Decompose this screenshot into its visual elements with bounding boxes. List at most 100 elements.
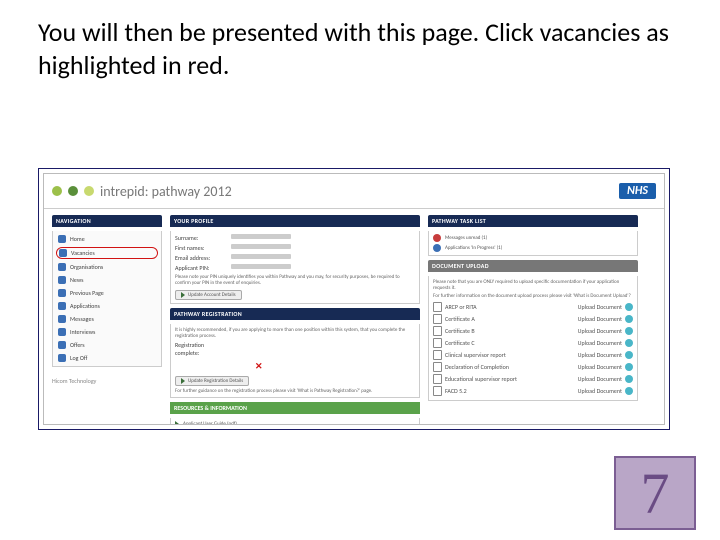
update-account-button[interactable]: Update Account Details (175, 290, 242, 300)
task-item[interactable]: Messages unread (1) (433, 234, 633, 242)
document-icon (433, 338, 442, 348)
doc-name: Certificate C (445, 339, 575, 347)
arrow-icon (181, 378, 185, 384)
profile-field-value (231, 254, 291, 259)
task-icon (433, 244, 441, 252)
download-icon[interactable] (625, 363, 633, 371)
nav-item-news[interactable]: News (56, 275, 158, 285)
doc-row: Certificate AUpload Document (433, 313, 633, 325)
nav-item-interviews[interactable]: Interviews (56, 327, 158, 337)
task-label: Messages unread (1) (445, 235, 633, 241)
upload-link[interactable]: Upload Document (578, 351, 622, 359)
doc-name: Educational supervisor report (445, 375, 575, 383)
doc-row: Clinical supervisor reportUpload Documen… (433, 349, 633, 361)
upload-link[interactable]: Upload Document (578, 387, 622, 395)
nav-item-applications[interactable]: Applications (56, 301, 158, 311)
download-icon[interactable] (625, 303, 633, 311)
nav-list: Home Vacancies Organisations News Previous P… (52, 231, 162, 367)
profile-note: Please note your PIN uniquely identifies… (175, 274, 415, 286)
nav-label: Home (70, 235, 85, 243)
brand-title: intrepid: pathway 2012 (100, 183, 232, 200)
download-icon[interactable] (625, 375, 633, 383)
download-icon[interactable] (625, 315, 633, 323)
upload-link[interactable]: Upload Document (578, 327, 622, 335)
profile-field-value (231, 244, 291, 249)
resources-header: RESOURCES & INFORMATION (170, 402, 420, 414)
document-icon (433, 302, 442, 312)
doc-row: Educational supervisor reportUpload Docu… (433, 373, 633, 385)
logo-dot-icon (68, 186, 78, 196)
task-label: Applications 'In Progress' (1) (445, 245, 633, 251)
doc-row: FACD 5.2Upload Document (433, 385, 633, 397)
nhs-logo: NHS (619, 183, 656, 199)
download-icon[interactable] (625, 387, 633, 395)
profile-field-label: Surname: (175, 234, 227, 242)
arrow-icon (181, 292, 185, 298)
upload-link[interactable]: Upload Document (578, 315, 622, 323)
doc-list: ARCP or RITAUpload DocumentCertificate A… (433, 301, 633, 397)
nav-icon (58, 235, 66, 243)
logo-dot-icon (52, 186, 62, 196)
nav-label: Organisations (70, 263, 103, 271)
doc-name: Declaration of Completion (445, 363, 575, 371)
registration-panel: It is highly recommended, if you are app… (170, 324, 420, 398)
resources-panel: Applicant User Guide (pdf) Important inf… (170, 418, 420, 425)
nav-label: Log Off (70, 354, 87, 362)
nav-icon (58, 263, 66, 271)
registration-header: PATHWAY REGISTRATION (170, 308, 420, 320)
profile-field-label: First names: (175, 244, 227, 252)
doc-row: Declaration of CompletionUpload Document (433, 361, 633, 373)
resource-link[interactable]: Applicant User Guide (pdf) (183, 421, 415, 425)
doc-row: Certificate BUpload Document (433, 325, 633, 337)
download-icon[interactable] (625, 351, 633, 359)
document-icon (433, 374, 442, 384)
cross-icon: ✕ (255, 361, 415, 372)
nav-item-offers[interactable]: Offers (56, 340, 158, 350)
nav-item-log-off[interactable]: Log Off (56, 353, 158, 363)
registration-note: It is highly recommended, if you are app… (175, 327, 415, 339)
upload-link[interactable]: Upload Document (578, 303, 622, 311)
doc-row: Certificate CUpload Document (433, 337, 633, 349)
nav-item-previous-page[interactable]: Previous Page (56, 288, 158, 298)
nav-item-messages[interactable]: Messages (56, 314, 158, 324)
document-icon (433, 386, 442, 396)
nav-icon (58, 302, 66, 310)
upload-note: Please note that you are ONLY required t… (433, 279, 633, 291)
profile-header: YOUR PROFILE (170, 215, 420, 227)
tasks-header: PATHWAY TASK LIST (428, 215, 638, 227)
upload-link[interactable]: Upload Document (578, 339, 622, 347)
nav-icon (58, 341, 66, 349)
document-icon (433, 350, 442, 360)
download-icon[interactable] (625, 327, 633, 335)
doc-row: ARCP or RITAUpload Document (433, 301, 633, 313)
download-icon[interactable] (625, 339, 633, 347)
task-item[interactable]: Applications 'In Progress' (1) (433, 244, 633, 252)
nav-header: NAVIGATION (52, 215, 162, 227)
nav-icon (58, 328, 66, 336)
nav-label: Previous Page (70, 289, 104, 297)
nav-label: Applications (70, 302, 100, 310)
nav-icon (58, 315, 66, 323)
doc-name: ARCP or RITA (445, 303, 575, 311)
app-banner: intrepid: pathway 2012 NHS (44, 174, 664, 209)
nav-item-vacancies[interactable]: Vacancies (56, 247, 158, 259)
profile-field-label: Applicant PIN: (175, 264, 227, 272)
nav-icon (58, 276, 66, 284)
update-registration-button[interactable]: Update Registration Details (175, 376, 249, 386)
nav-item-organisations[interactable]: Organisations (56, 262, 158, 272)
nav-label: Messages (70, 315, 94, 323)
arrow-icon (175, 421, 179, 425)
footer-logos: Hicom Technology (52, 377, 162, 385)
upload-link[interactable]: Upload Document (578, 363, 622, 371)
doc-name: Certificate B (445, 327, 575, 335)
profile-panel: Surname:First names:Email address:Applic… (170, 231, 420, 304)
nav-item-home[interactable]: Home (56, 234, 158, 244)
doc-name: Clinical supervisor report (445, 351, 575, 359)
slide-instruction: You will then be presented with this pag… (38, 16, 678, 81)
nav-label: Interviews (70, 328, 95, 336)
upload-link[interactable]: Upload Document (578, 375, 622, 383)
hicom-logo: Hicom Technology (52, 377, 96, 385)
document-icon (433, 314, 442, 324)
task-icon (433, 234, 441, 242)
brand-block: intrepid: pathway 2012 (52, 183, 232, 200)
